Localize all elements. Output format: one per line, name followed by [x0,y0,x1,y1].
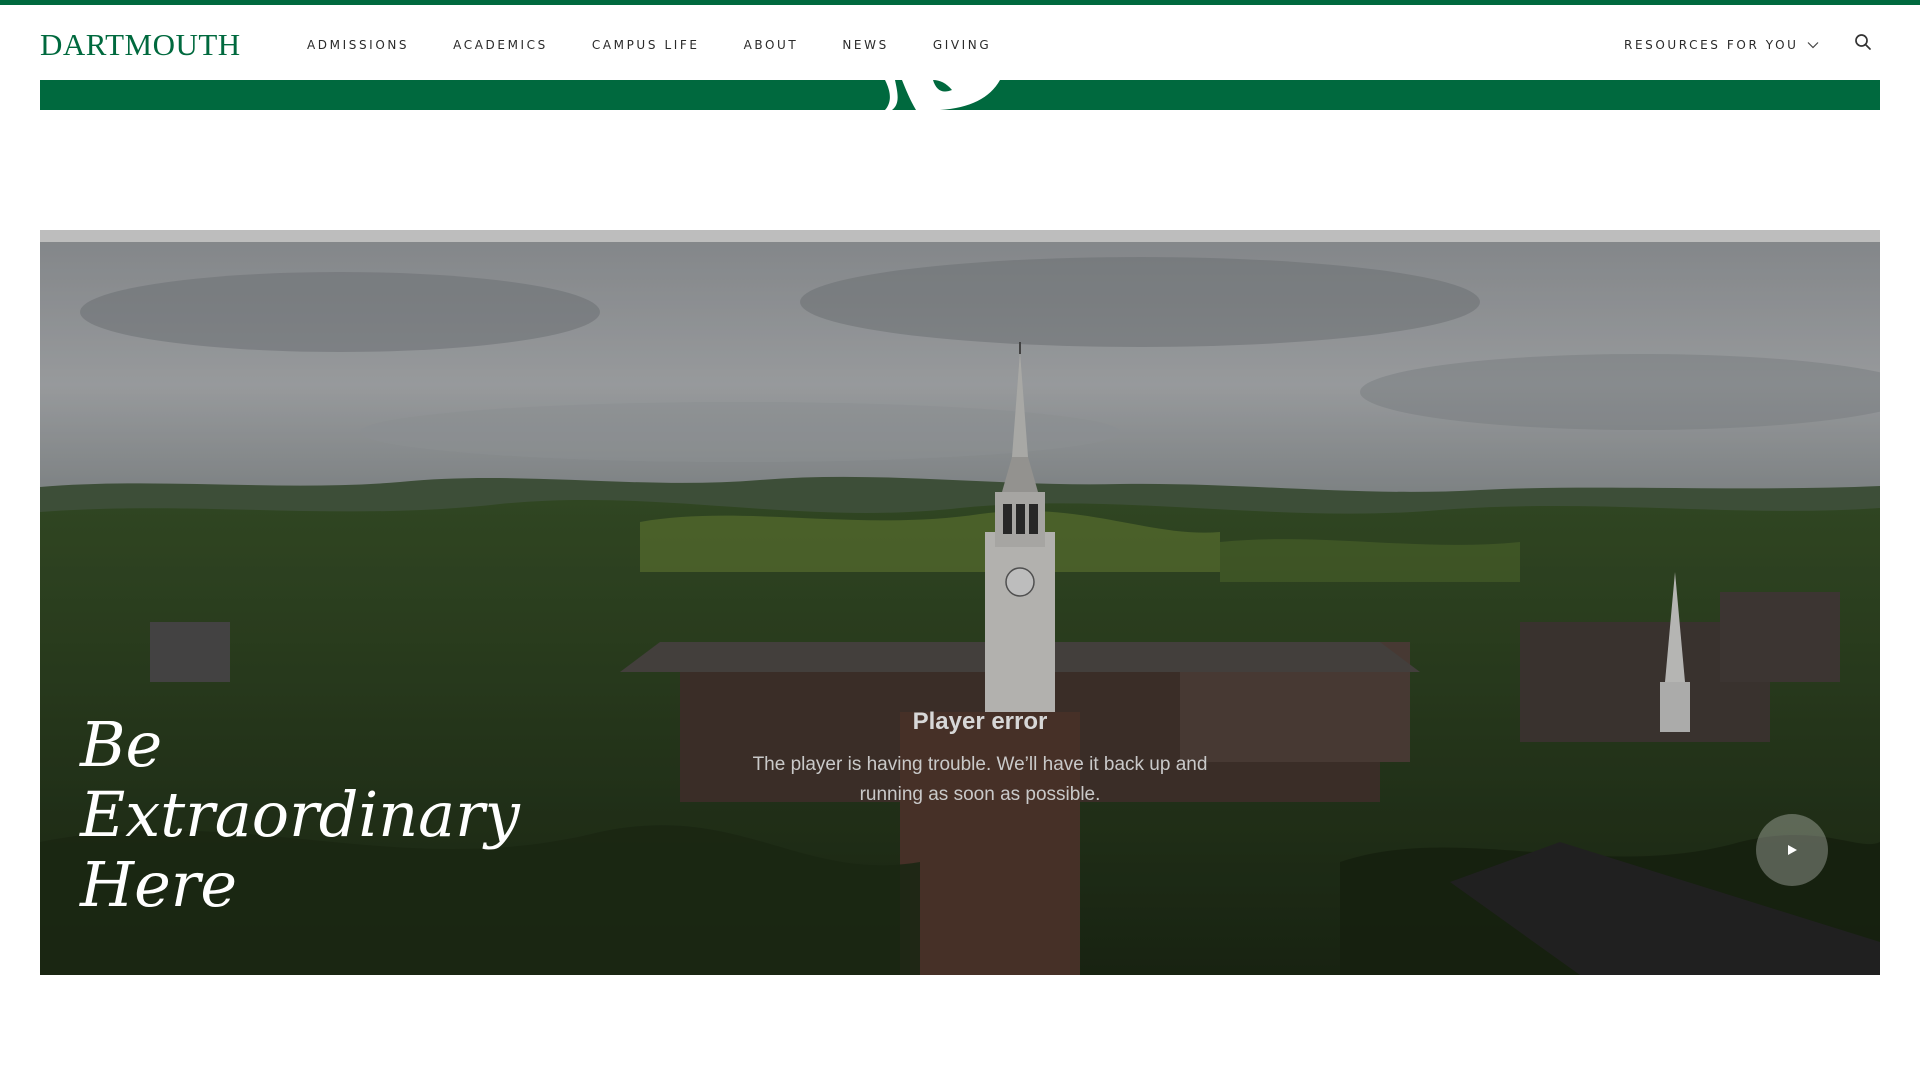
nav-item-giving[interactable]: GIVING [933,31,991,59]
site-header: DARTMOUTH ADMISSIONS ACADEMICS CAMPUS LI… [0,5,1920,80]
search-button[interactable] [1849,28,1877,56]
nav-item-about[interactable]: ABOUT [744,31,799,59]
banner-graphic [885,80,1000,110]
play-button[interactable] [1756,814,1828,886]
dartmouth-logo[interactable]: DARTMOUTH [40,25,241,65]
player-error-message: Player error The player is having troubl… [660,708,1300,810]
hero-headline: Be Extraordinary Here [80,708,520,921]
hero-video[interactable]: Be Extraordinary Here Player error The p… [40,230,1880,975]
resources-for-you-dropdown[interactable]: RESOURCES FOR YOU [1624,31,1819,59]
nav-item-campus-life[interactable]: CAMPUS LIFE [592,31,700,59]
play-icon [1788,845,1797,855]
player-error-title: Player error [912,708,1048,735]
search-icon [1855,34,1871,50]
nav-item-academics[interactable]: ACADEMICS [453,31,548,59]
nav-item-admissions[interactable]: ADMISSIONS [307,31,409,59]
nav-item-news[interactable]: NEWS [842,31,888,59]
player-error-text: The player is having trouble. We’ll have… [752,754,1208,805]
resources-for-you-label: RESOURCES FOR YOU [1624,38,1799,52]
green-banner-strip [40,80,1880,110]
main-nav: ADMISSIONS ACADEMICS CAMPUS LIFE ABOUT N… [307,31,1035,59]
chevron-down-icon [1807,42,1818,49]
